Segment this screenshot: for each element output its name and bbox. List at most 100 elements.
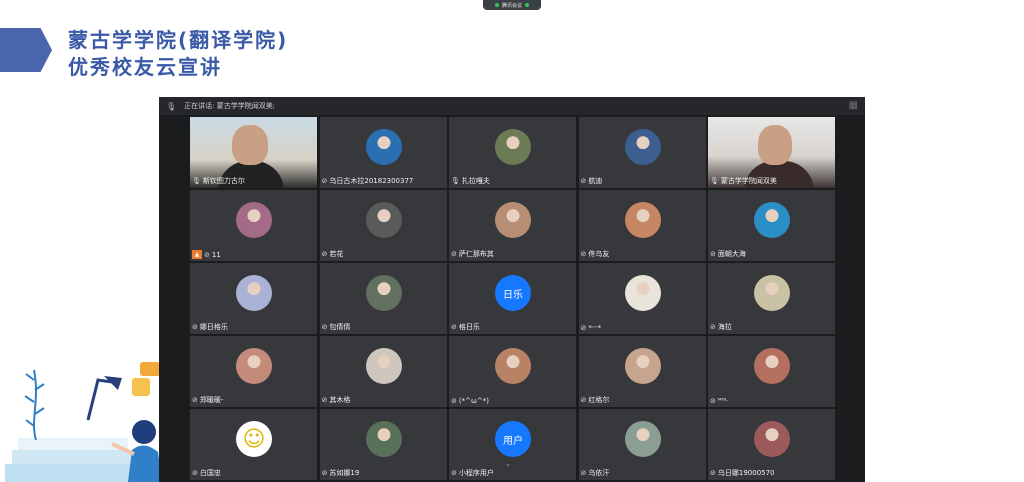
mic-muted-icon: ⊘ bbox=[580, 469, 587, 477]
participant-grid: 🎙 斯钦图力古尔 ⊘ 乌日古木拉20182300377 🎙 扎拉嘎夫 ⊘ 航迪 🎙 蒙古学学院闻双… bbox=[190, 117, 836, 482]
avatar bbox=[624, 348, 661, 384]
participant-label: ⊘ 面朝大海 bbox=[710, 249, 746, 259]
participant-tile[interactable]: ⊘ 郑暖暖- bbox=[190, 336, 317, 407]
participant-name: 扎拉嘎夫 bbox=[461, 177, 490, 185]
participant-tile[interactable]: 用户 ⊘ 小程序用户 bbox=[449, 409, 576, 480]
mic-muted-icon: ⊘ bbox=[580, 324, 587, 332]
participant-label: 🎙 斯钦图力古尔 bbox=[192, 176, 245, 186]
mic-muted-icon: ⊘ bbox=[710, 250, 716, 258]
mic-muted-icon: ⊘ bbox=[204, 250, 210, 259]
participant-label: ⊘ 佟乌友 bbox=[581, 249, 610, 259]
avatar bbox=[624, 275, 661, 311]
participant-tile[interactable]: ⊘ 航迪 bbox=[578, 117, 706, 188]
avatar bbox=[236, 348, 272, 384]
participant-tile[interactable]: ⊘ 海拉 bbox=[708, 263, 835, 334]
participant-tile[interactable]: 🎙 斯钦图力古尔 bbox=[190, 117, 317, 188]
participant-name: 其木格 bbox=[329, 396, 351, 404]
participant-tile[interactable]: ⊘ 乌依汗 bbox=[578, 409, 706, 480]
participant-tile[interactable]: ⊘ *ᵕᵕ* bbox=[578, 263, 706, 334]
mic-muted-icon: ⊘ bbox=[321, 250, 328, 258]
participant-name: 萨仁那布其 bbox=[458, 250, 494, 258]
participant-label: ⊘ 萨仁那布其 bbox=[451, 249, 494, 259]
avatar bbox=[236, 275, 272, 311]
participant-tile[interactable]: ⊘ ᴹᴼᴸ bbox=[708, 336, 835, 407]
avatar bbox=[495, 202, 531, 238]
participant-name: 11 bbox=[211, 250, 221, 259]
participant-tile[interactable]: 🎙 蒙古学学院闻双美 bbox=[708, 117, 835, 188]
participant-tile[interactable]: ⊘ 娜日格乐 bbox=[190, 263, 317, 334]
participant-name: 航迪 bbox=[588, 177, 603, 185]
avatar bbox=[624, 129, 661, 165]
participant-name: ᴹᴼᴸ bbox=[717, 397, 728, 405]
meeting-status-pill[interactable]: 腾讯会议 bbox=[483, 0, 541, 10]
participant-tile[interactable]: ⊘ 萨仁那布其 bbox=[449, 190, 576, 261]
participant-tile[interactable]: ⊘ (*^ω^*) bbox=[449, 336, 576, 407]
participant-name: 乌依汗 bbox=[588, 469, 610, 477]
participant-label: ⊘ 苏如娜19 bbox=[322, 468, 360, 478]
mic-muted-icon: ⊘ bbox=[580, 250, 587, 258]
participant-tile[interactable]: ⊘ 红格尔 bbox=[578, 336, 706, 407]
slide-subtitle: 优秀校友云宣讲 bbox=[68, 55, 222, 79]
mic-muted-icon: ⊘ bbox=[710, 397, 716, 405]
mic-icon[interactable]: 🎙 bbox=[166, 102, 176, 111]
participant-name: 乌日娜19000570 bbox=[717, 469, 775, 477]
meeting-topbar: 🎙 正在讲话: 蒙古学学院闻双美; ▦ bbox=[159, 97, 865, 115]
participant-label: ⊘ 格日乐 bbox=[451, 322, 480, 332]
participant-name: 红格尔 bbox=[588, 396, 610, 404]
participant-tile[interactable]: 日乐 ⊘ 格日乐 bbox=[449, 263, 576, 334]
mic-muted-icon: ⊘ bbox=[192, 469, 198, 477]
mic-muted-icon: ⊘ bbox=[580, 177, 587, 185]
participant-tile[interactable]: ☺ ⊘ 白国忠 bbox=[190, 409, 317, 480]
avatar bbox=[754, 348, 790, 384]
participant-label: 🎙 蒙古学学院闻双美 bbox=[710, 176, 777, 186]
participant-label: ⊘ 乌日娜19000570 bbox=[710, 468, 775, 478]
avatar bbox=[365, 202, 402, 238]
avatar bbox=[495, 348, 531, 384]
participant-name: 苏如娜19 bbox=[329, 469, 360, 477]
status-dot-icon bbox=[525, 3, 529, 7]
participant-label: ⊘ 郑暖暖- bbox=[192, 395, 223, 405]
participant-tile[interactable]: ⊘ 面朝大海 bbox=[708, 190, 835, 261]
participant-tile[interactable]: ▲ ⊘ 11 bbox=[190, 190, 317, 261]
participant-name: 小程序用户 bbox=[458, 469, 494, 477]
participant-name: *ᵕᵕ* bbox=[588, 324, 602, 332]
participant-tile[interactable]: 🎙 扎拉嘎夫 bbox=[449, 117, 576, 188]
avatar bbox=[365, 348, 402, 384]
participant-label: ⊘ 乌依汗 bbox=[581, 468, 610, 478]
participant-label: ⊘ (*^ω^*) bbox=[451, 397, 489, 405]
person-silhouette bbox=[232, 125, 268, 165]
gallery-view-icon[interactable]: ▦ bbox=[849, 100, 858, 111]
participant-name: 娜日格乐 bbox=[199, 323, 228, 331]
participant-tile[interactable]: ⊘ 乌日娜19000570 bbox=[708, 409, 835, 480]
participant-name: 佟乌友 bbox=[588, 250, 610, 258]
participant-name: 乌日古木拉20182300377 bbox=[329, 177, 414, 185]
mic-muted-icon: ⊘ bbox=[321, 469, 328, 477]
person-silhouette bbox=[758, 125, 792, 165]
participant-label: ▲ ⊘ 11 bbox=[192, 250, 221, 259]
participant-tile[interactable]: ⊘ 佟乌友 bbox=[578, 190, 706, 261]
participant-tile[interactable]: ⊘ 苏如娜19 bbox=[319, 409, 447, 480]
mic-muted-icon: ⊘ bbox=[321, 177, 328, 185]
participant-name: 白国忠 bbox=[199, 469, 221, 477]
avatar bbox=[624, 202, 661, 238]
participant-name: 郑暖暖- bbox=[199, 396, 224, 404]
participant-tile[interactable]: ⊘ 乌日古木拉20182300377 bbox=[319, 117, 447, 188]
mic-muted-icon: ⊘ bbox=[192, 323, 198, 331]
participant-name: 格日乐 bbox=[458, 323, 480, 331]
status-dot-icon bbox=[494, 3, 499, 7]
title-arrow-decoration bbox=[0, 28, 52, 72]
participant-label: ⊘ 海拉 bbox=[710, 322, 732, 332]
participant-tile[interactable]: ⊘ 其木格 bbox=[319, 336, 447, 407]
participant-label: ⊘ 乌日古木拉20182300377 bbox=[322, 176, 414, 186]
participant-name: (*^ω^*) bbox=[458, 397, 489, 405]
participant-label: ⊘ 包倩倩 bbox=[322, 322, 351, 332]
participant-label: ⊘ *ᵕᵕ* bbox=[581, 324, 602, 332]
avatar bbox=[236, 202, 272, 238]
speaking-indicator: 正在讲话: 蒙古学学院闻双美; bbox=[184, 102, 276, 110]
participant-tile[interactable]: ⊘ 包倩倩 bbox=[319, 263, 447, 334]
participant-name: 若花 bbox=[329, 250, 344, 258]
mic-icon: 🎙 bbox=[451, 177, 460, 185]
avatar bbox=[365, 275, 402, 311]
chevron-down-icon[interactable]: ⌄ bbox=[505, 460, 511, 468]
participant-tile[interactable]: ⊘ 若花 bbox=[319, 190, 447, 261]
